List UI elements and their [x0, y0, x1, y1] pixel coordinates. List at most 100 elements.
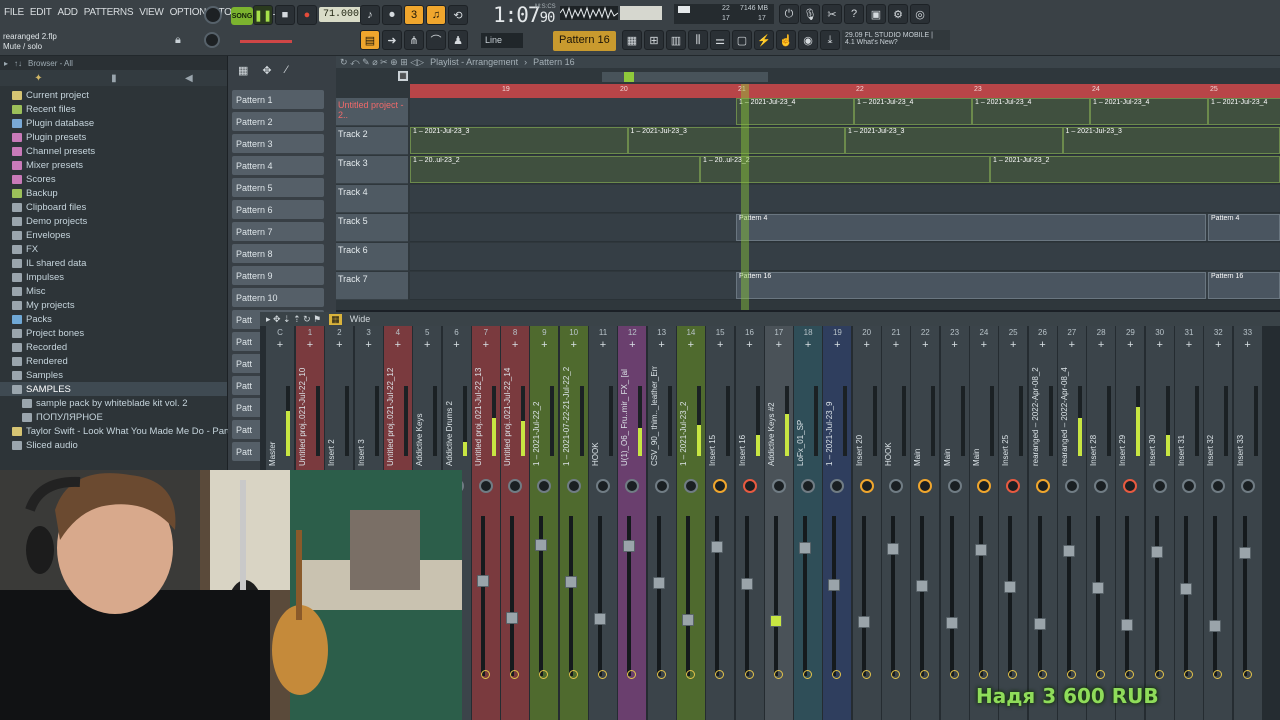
volume-fader[interactable] [594, 516, 606, 676]
pattern-item[interactable]: Pattern 3 [232, 134, 324, 153]
route-icon[interactable]: + [941, 340, 969, 351]
volume-fader[interactable] [1238, 516, 1251, 676]
pan-knob[interactable] [537, 479, 552, 493]
browser-item[interactable]: Plugin database [0, 116, 227, 130]
fader-handle[interactable] [594, 613, 606, 625]
fader-handle[interactable] [740, 578, 753, 590]
fader-handle[interactable] [564, 576, 577, 588]
track-header[interactable]: Track 6 [336, 243, 408, 271]
mixer-strip[interactable]: 7 + Untitled proj..021-Jul-22_13 [471, 326, 500, 720]
pan-knob[interactable] [1035, 479, 1050, 493]
pattern-clip[interactable]: 1 – 2021-Jul-23_3 [845, 127, 1063, 154]
fader-handle[interactable] [1238, 547, 1251, 559]
route-icon[interactable]: + [530, 340, 558, 351]
fader-handle[interactable] [1004, 581, 1017, 593]
panic-icon[interactable]: ⏻ [779, 4, 799, 24]
mixer-strip[interactable]: 12 + U(1)_O6_ Fru..mir_ FX_ [al [618, 326, 647, 720]
pattern-clip[interactable]: Pattern 16 [736, 272, 1206, 299]
route-icon[interactable]: + [706, 340, 734, 351]
route-icon[interactable]: + [911, 340, 939, 351]
browser-item[interactable]: My projects [0, 298, 227, 312]
volume-fader[interactable] [1180, 516, 1192, 676]
microphone-icon[interactable]: 🎙 [800, 4, 820, 24]
pattern-clip[interactable]: 1 – 2021-Jul-23_4 [1090, 98, 1208, 125]
menu-file[interactable]: FILE [4, 7, 24, 18]
mixer-strip[interactable]: 11 + HOOK [589, 326, 617, 720]
fader-handle[interactable] [652, 577, 665, 589]
piano-roll-icon[interactable]: ⊞ [644, 30, 664, 50]
fader-handle[interactable] [623, 540, 636, 552]
route-icon[interactable]: + [1087, 340, 1115, 351]
track-header[interactable]: Track 5 [336, 214, 408, 242]
pattern-selector[interactable]: Pattern 16 [553, 31, 616, 51]
record-arm-icon[interactable] [627, 670, 637, 679]
fader-handle[interactable] [1121, 619, 1134, 631]
timeline-ruler[interactable]: 19 20 21 22 23 24 25 [410, 84, 1280, 98]
browser-item[interactable]: Channel presets [0, 144, 227, 158]
pan-knob[interactable] [1240, 479, 1255, 493]
pattern-clip[interactable]: 1 – 2021-Jul-23_4 [1208, 98, 1280, 125]
record-arm-icon[interactable] [744, 670, 754, 679]
pattern-clip[interactable]: 1 – 2021-Jul-23_3 [627, 127, 845, 154]
download-icon[interactable]: ⤓ [820, 30, 840, 50]
route-icon[interactable]: + [970, 340, 998, 351]
fader-handle[interactable] [1062, 545, 1075, 557]
fader-handle[interactable] [535, 539, 548, 551]
mixer-strip[interactable]: 18 + LoFx_01_SP [794, 326, 823, 720]
mixer-strip[interactable]: 28 + Insert 28 [1087, 326, 1116, 720]
volume-fader[interactable] [916, 516, 929, 676]
mixer-strip[interactable]: 15 + Insert 15 [706, 326, 735, 720]
record-arm-icon[interactable] [715, 670, 725, 679]
pan-knob[interactable] [859, 479, 874, 493]
file-icon[interactable]: ▮ [111, 73, 117, 84]
pattern-item[interactable]: Pattern 10 [232, 288, 324, 307]
volume-fader[interactable] [974, 516, 987, 676]
browser-item[interactable]: Mixer presets [0, 158, 227, 172]
browser-item[interactable]: IL shared data [0, 256, 227, 270]
fader-handle[interactable] [1092, 582, 1105, 594]
track-lane[interactable]: Pattern 16 Pattern 16 [410, 272, 1280, 300]
browser-item[interactable]: Recorded [0, 340, 227, 354]
mixer-strip[interactable]: 21 + HOOK [882, 326, 910, 720]
volume-fader[interactable] [623, 516, 636, 676]
pan-knob[interactable] [654, 479, 669, 493]
mixer-strip[interactable]: 33 + Insert 33 [1233, 326, 1262, 720]
volume-fader[interactable] [1092, 516, 1105, 676]
menu-view[interactable]: VIEW [139, 7, 164, 18]
mixer-strip[interactable]: 25 + Insert 25 [999, 326, 1028, 720]
fader-handle[interactable] [681, 614, 694, 626]
fader-handle[interactable] [916, 580, 929, 592]
mixer-strip[interactable]: 16 + Insert 16 [735, 326, 764, 720]
pattern-clip[interactable]: 1 – 2021-Jul-23_3 [410, 127, 628, 154]
route-icon[interactable]: + [1234, 340, 1262, 351]
menu-edit[interactable]: EDIT [30, 7, 52, 18]
record-arm-icon[interactable] [1213, 670, 1223, 679]
pan-knob[interactable] [1064, 479, 1079, 493]
menu-add[interactable]: ADD [58, 7, 79, 18]
volume-fader[interactable] [506, 516, 519, 676]
fader-handle[interactable] [945, 617, 958, 629]
record-arm-icon[interactable] [539, 670, 549, 679]
fader-handle[interactable] [1209, 620, 1222, 632]
pan-knob[interactable] [508, 479, 523, 493]
route-icon[interactable]: + [325, 340, 353, 351]
playhead[interactable] [741, 84, 749, 310]
browser-icon[interactable]: ⚌ [710, 30, 730, 50]
browser-item[interactable]: sample pack by whiteblade kit vol. 2 [0, 396, 227, 410]
fader-handle[interactable] [711, 541, 724, 553]
volume-fader[interactable] [1121, 516, 1134, 676]
browser-item[interactable]: Scores [0, 172, 227, 186]
browser-item[interactable]: Samples [0, 368, 227, 382]
route-icon[interactable]: + [823, 340, 851, 351]
arrows-icon[interactable]: ✥ [262, 64, 271, 77]
mixer-strip[interactable]: 13 + CSV_90_ thim.._leather_Em [647, 326, 676, 720]
route-icon[interactable]: + [648, 340, 676, 351]
pattern-item[interactable]: Pattern 9 [232, 266, 324, 285]
files-icon[interactable]: ▢ [732, 30, 752, 50]
draw-icon[interactable]: ⁄ [286, 64, 288, 76]
record-arm-icon[interactable] [1008, 670, 1018, 679]
pan-knob[interactable] [566, 479, 581, 493]
pattern-item[interactable]: Pattern 5 [232, 178, 324, 197]
tuner-icon[interactable]: ✂ [822, 4, 842, 24]
mixer-strip[interactable]: 8 + Untitled proj..021-Jul-22_14 [501, 326, 530, 720]
